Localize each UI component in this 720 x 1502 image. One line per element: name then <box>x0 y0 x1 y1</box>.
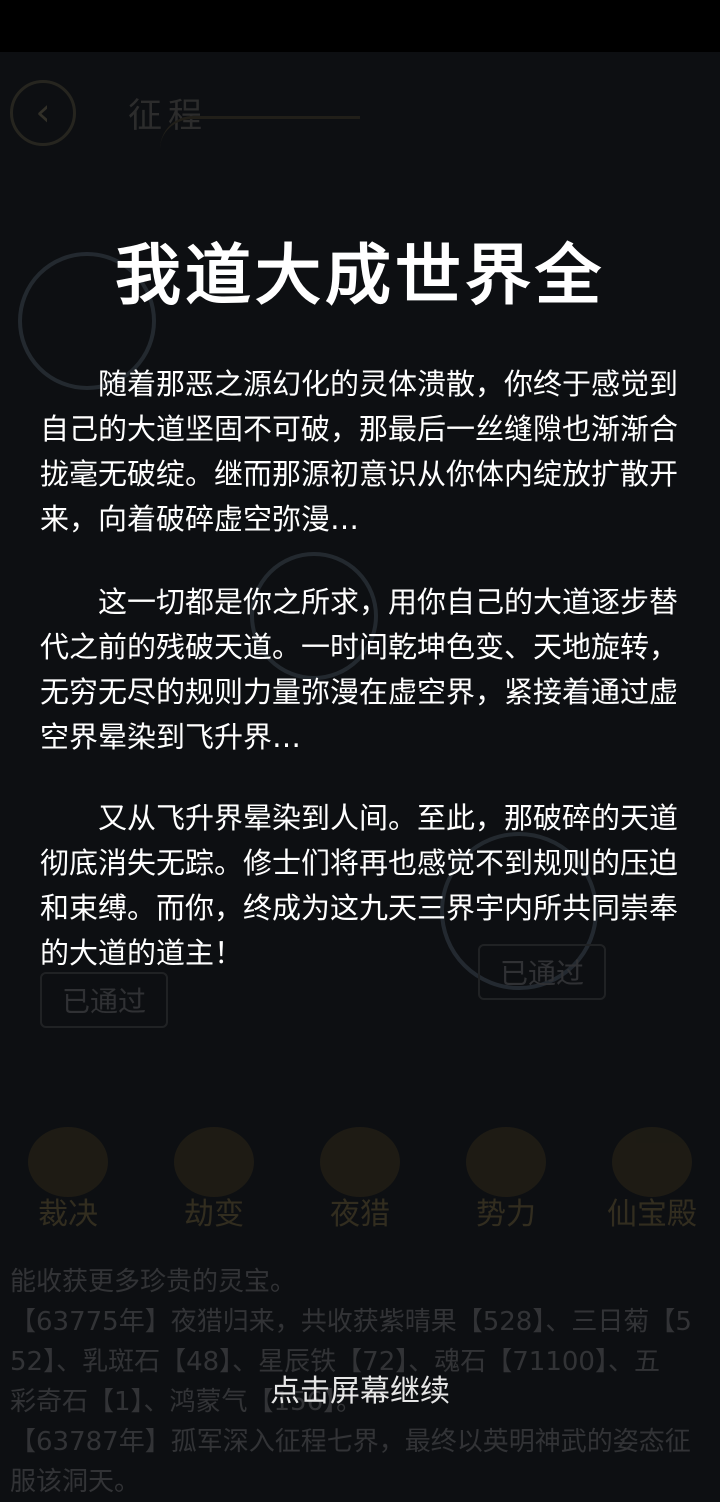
story-paragraph: 又从飞升界晕染到人间。至此，那破碎的天道彻底消失无踪。修士们将再也感觉不到规则的… <box>40 801 679 970</box>
story-title: 我道大成世界全 <box>115 236 605 314</box>
tap-to-continue-hint[interactable]: 点击屏幕继续 <box>0 1366 720 1410</box>
story-paragraph: 这一切都是你之所求，用你自己的大道逐步替代之前的残破天道。一时间乾坤色变、天地旋… <box>40 585 679 754</box>
story-paragraph: 随着那恶之源幻化的灵体溃散，你终于感觉到自己的大道坚固不可破，那最后一丝缝隙也渐… <box>40 367 679 536</box>
story-overlay[interactable]: 我道大成世界全 随着那恶之源幻化的灵体溃散，你终于感觉到自己的大道坚固不可破，那… <box>0 0 720 1496</box>
